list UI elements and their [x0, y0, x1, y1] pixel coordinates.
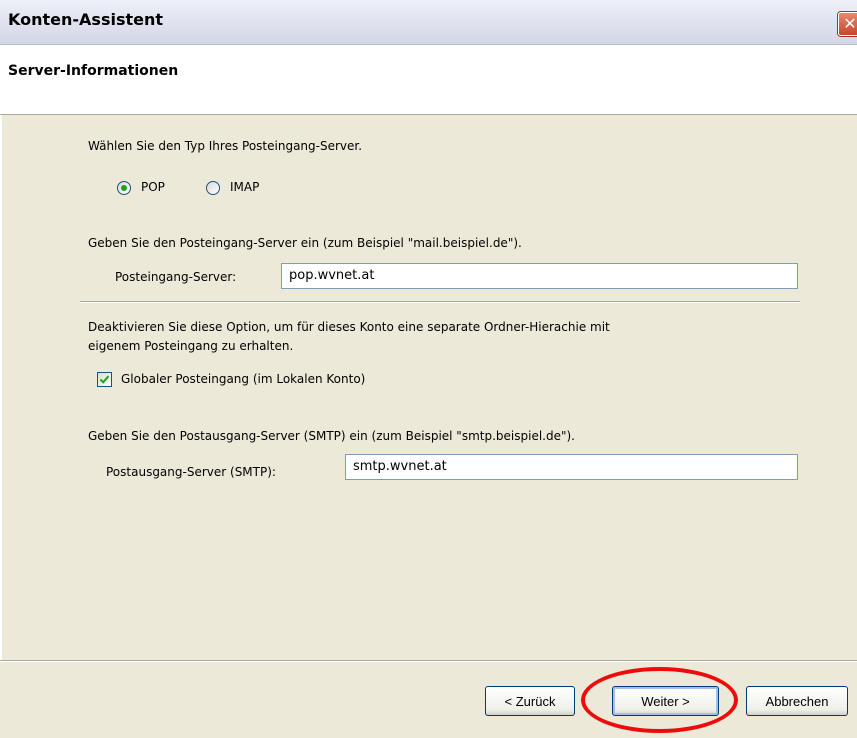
next-button[interactable]: Weiter > — [612, 686, 719, 716]
global-inbox-description-line1: Deaktivieren Sie diese Option, um für di… — [88, 320, 610, 334]
page-title: Server-Informationen — [8, 63, 179, 79]
incoming-server-prompt: Geben Sie den Posteingang-Server ein (zu… — [88, 236, 522, 250]
incoming-server-input[interactable]: pop.wvnet.at — [281, 263, 798, 289]
section-divider — [80, 301, 800, 303]
outgoing-server-label: Postausgang-Server (SMTP): — [106, 465, 276, 479]
global-inbox-label[interactable]: Globaler Posteingang (im Lokalen Konto) — [121, 372, 365, 386]
outgoing-server-input[interactable]: smtp.wvnet.at — [345, 454, 798, 480]
global-inbox-description-line2: eigenem Posteingang zu erhalten. — [88, 339, 294, 353]
imap-radio-label[interactable]: IMAP — [230, 180, 259, 194]
window-title: Konten-Assistent — [8, 10, 164, 29]
back-button[interactable]: < Zurück — [485, 686, 575, 716]
cancel-button[interactable]: Abbrechen — [746, 686, 848, 716]
radio-selected-dot — [121, 185, 127, 191]
title-bar: Konten-Assistent ✕ — [0, 0, 857, 45]
wizard-content — [0, 115, 857, 660]
pop-radio-label[interactable]: POP — [141, 180, 165, 194]
left-edge — [0, 115, 2, 738]
global-inbox-checkbox[interactable] — [97, 372, 112, 387]
wizard-header: Server-Informationen — [0, 45, 857, 115]
incoming-type-prompt: Wählen Sie den Typ Ihres Posteingang-Ser… — [88, 139, 363, 153]
incoming-server-label: Posteingang-Server: — [115, 270, 237, 284]
outgoing-server-prompt: Geben Sie den Postausgang-Server (SMTP) … — [88, 429, 575, 443]
checkmark-icon — [99, 375, 110, 384]
imap-radio[interactable] — [206, 181, 220, 195]
pop-radio[interactable] — [117, 181, 131, 195]
close-icon[interactable]: ✕ — [838, 12, 857, 36]
footer — [0, 662, 857, 738]
